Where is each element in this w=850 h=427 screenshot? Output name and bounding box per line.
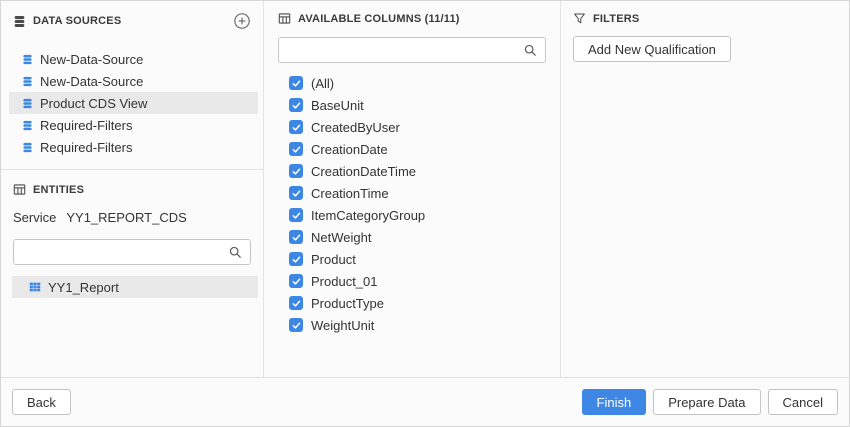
entity-list: YY1_Report [1,276,263,298]
database-icon [22,98,33,109]
available-columns-title: AVAILABLE COLUMNS (11/11) [298,13,460,25]
column-item[interactable]: CreationTime [278,182,546,204]
column-item[interactable]: NetWeight [278,226,546,248]
database-icon [13,15,26,28]
column-label: CreationTime [311,186,389,201]
search-icon[interactable] [523,43,538,58]
column-item[interactable]: Product [278,248,546,270]
data-source-label: New-Data-Source [40,52,143,67]
column-label: CreatedByUser [311,120,400,135]
entities-search-input[interactable] [14,240,250,264]
column-item[interactable]: CreatedByUser [278,116,546,138]
main-area: DATA SOURCES [1,1,849,378]
entities-search [13,239,251,265]
checkbox-checked-icon[interactable] [289,120,303,134]
service-label: Service [13,210,56,225]
data-source-item[interactable]: New-Data-Source [9,48,258,70]
table-icon [278,12,291,25]
table-icon [13,183,26,196]
checkbox-checked-icon[interactable] [289,296,303,310]
data-source-item[interactable]: Required-Filters [9,114,258,136]
filters-header: FILTERS [573,1,837,25]
entity-label: YY1_Report [48,280,119,295]
column-item[interactable]: CreationDateTime [278,160,546,182]
columns-search [278,37,546,63]
back-button[interactable]: Back [12,389,71,415]
column-label: NetWeight [311,230,371,245]
checkbox-checked-icon[interactable] [289,208,303,222]
column-label: BaseUnit [311,98,364,113]
column-label: CreationDate [311,142,388,157]
data-source-configuration-dialog: DATA SOURCES [0,0,850,427]
checkbox-checked-icon[interactable] [289,164,303,178]
column-item[interactable]: Product_01 [278,270,546,292]
footer-bar: Back Finish Prepare Data Cancel [1,378,849,426]
service-row: Service YY1_REPORT_CDS [1,210,263,225]
database-icon [22,54,33,65]
grid-table-icon [29,281,41,293]
data-source-item[interactable]: Required-Filters [9,136,258,158]
database-icon [22,142,33,153]
available-columns-panel: AVAILABLE COLUMNS (11/11) [264,1,561,377]
checkbox-checked-icon[interactable] [289,318,303,332]
column-item[interactable]: CreationDate [278,138,546,160]
search-icon[interactable] [228,245,243,260]
column-label: ItemCategoryGroup [311,208,425,223]
data-sources-header: DATA SOURCES [1,1,263,30]
checkbox-checked-icon[interactable] [289,274,303,288]
filters-panel: FILTERS Add New Qualification [561,1,849,377]
checkbox-checked-icon[interactable] [289,142,303,156]
entities-title: ENTITIES [33,184,84,196]
filter-funnel-icon [573,12,586,25]
available-columns-header: AVAILABLE COLUMNS (11/11) [278,1,546,25]
entity-item[interactable]: YY1_Report [12,276,258,298]
checkbox-checked-icon[interactable] [289,252,303,266]
data-source-item[interactable]: Product CDS View [9,92,258,114]
filters-title: FILTERS [593,13,639,25]
data-source-label: New-Data-Source [40,74,143,89]
checkbox-checked-icon[interactable] [289,76,303,90]
data-sources-title: DATA SOURCES [33,15,121,27]
column-label: ProductType [311,296,384,311]
add-new-qualification-button[interactable]: Add New Qualification [573,36,731,62]
service-value: YY1_REPORT_CDS [66,210,186,225]
data-source-label: Required-Filters [40,140,132,155]
finish-button[interactable]: Finish [582,389,647,415]
checkbox-checked-icon[interactable] [289,230,303,244]
column-item[interactable]: WeightUnit [278,314,546,336]
column-checkbox-list: (All) BaseUnit [278,72,546,336]
data-source-item[interactable]: New-Data-Source [9,70,258,92]
database-icon [22,76,33,87]
columns-search-input[interactable] [279,38,545,62]
data-source-label: Product CDS View [40,96,147,111]
data-source-list: New-Data-Source New-Data-Source [1,48,263,158]
column-item[interactable]: ProductType [278,292,546,314]
data-sources-panel: DATA SOURCES [1,1,264,377]
checkbox-checked-icon[interactable] [289,98,303,112]
column-label: Product [311,252,356,267]
column-item[interactable]: (All) [278,72,546,94]
column-item[interactable]: ItemCategoryGroup [278,204,546,226]
data-source-label: Required-Filters [40,118,132,133]
add-data-source-button[interactable] [233,12,251,30]
column-item[interactable]: BaseUnit [278,94,546,116]
prepare-data-button[interactable]: Prepare Data [653,389,760,415]
column-label: CreationDateTime [311,164,416,179]
database-icon [22,120,33,131]
checkbox-checked-icon[interactable] [289,186,303,200]
entities-header: ENTITIES [1,170,263,196]
column-label: WeightUnit [311,318,374,333]
column-label: (All) [311,76,334,91]
column-label: Product_01 [311,274,378,289]
cancel-button[interactable]: Cancel [768,389,838,415]
